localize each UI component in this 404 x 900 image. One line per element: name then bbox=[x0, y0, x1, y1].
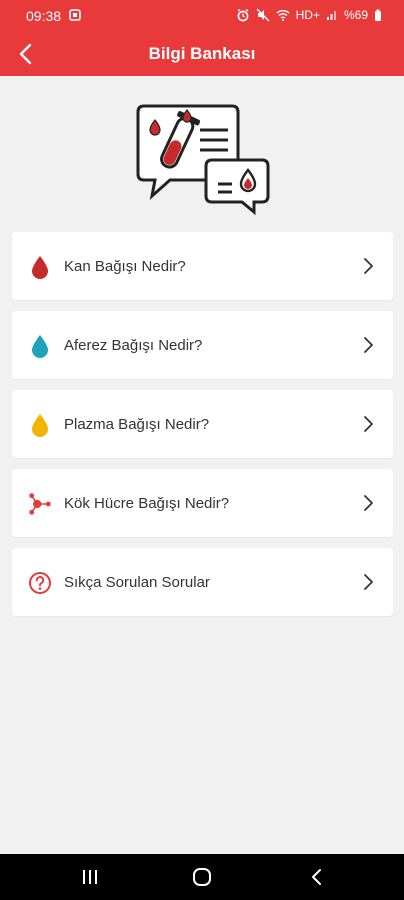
status-left: 09:38 bbox=[26, 8, 81, 24]
menu-item-kok-hucre-bagisi[interactable]: Kök Hücre Bağışı Nedir? bbox=[12, 469, 393, 537]
menu-item-kan-bagisi[interactable]: Kan Bağışı Nedir? bbox=[12, 232, 393, 300]
mute-icon bbox=[256, 8, 270, 22]
battery-level: %69 bbox=[343, 8, 368, 22]
alarm-icon bbox=[236, 8, 250, 22]
app-bar: Bilgi Bankası bbox=[0, 32, 404, 76]
menu-item-label: Kan Bağışı Nedir? bbox=[64, 258, 186, 275]
recent-apps-icon bbox=[83, 870, 97, 884]
back-icon bbox=[312, 869, 321, 885]
chevron-right-icon bbox=[364, 258, 373, 274]
chevron-right-icon bbox=[364, 416, 373, 432]
chevron-right-icon bbox=[364, 495, 373, 511]
menu-item-aferez-bagisi[interactable]: Aferez Bağışı Nedir? bbox=[12, 311, 393, 379]
system-nav-bar bbox=[0, 854, 404, 900]
home-button[interactable] bbox=[187, 866, 217, 888]
menu-item-plazma-bagisi[interactable]: Plazma Bağışı Nedir? bbox=[12, 390, 393, 458]
network-type: HD+ bbox=[295, 8, 320, 22]
teal-drop-icon bbox=[28, 333, 52, 359]
system-back-button[interactable] bbox=[302, 866, 332, 888]
menu-item-label: Plazma Bağışı Nedir? bbox=[64, 416, 210, 433]
home-icon bbox=[193, 868, 211, 886]
menu-item-label: Aferez Bağışı Nedir? bbox=[64, 337, 203, 354]
status-time: 09:38 bbox=[26, 8, 62, 24]
yellow-drop-icon bbox=[28, 412, 52, 438]
menu-item-label: Sıkça Sorulan Sorular bbox=[64, 574, 210, 591]
battery-icon bbox=[374, 9, 382, 22]
blood-drop-icon bbox=[28, 254, 52, 280]
wifi-icon bbox=[276, 9, 290, 21]
hero-illustration bbox=[130, 100, 275, 220]
status-right: HD+ %69 bbox=[236, 8, 382, 22]
recent-apps-button[interactable] bbox=[75, 866, 105, 888]
chevron-right-icon bbox=[364, 574, 373, 590]
chevron-right-icon bbox=[364, 337, 373, 353]
menu-item-sss[interactable]: Sıkça Sorulan Sorular bbox=[12, 548, 393, 616]
menu-list: Kan Bağışı Nedir? Aferez Bağışı Nedir? P… bbox=[12, 232, 393, 627]
notification-icon bbox=[69, 8, 81, 24]
question-circle-icon bbox=[28, 570, 52, 596]
status-bar: 09:38 HD+ %69 bbox=[0, 0, 404, 32]
menu-item-label: Kök Hücre Bağışı Nedir? bbox=[64, 495, 230, 512]
stem-cell-icon bbox=[28, 491, 52, 517]
page-title: Bilgi Bankası bbox=[148, 44, 256, 63]
signal-icon bbox=[326, 9, 338, 21]
